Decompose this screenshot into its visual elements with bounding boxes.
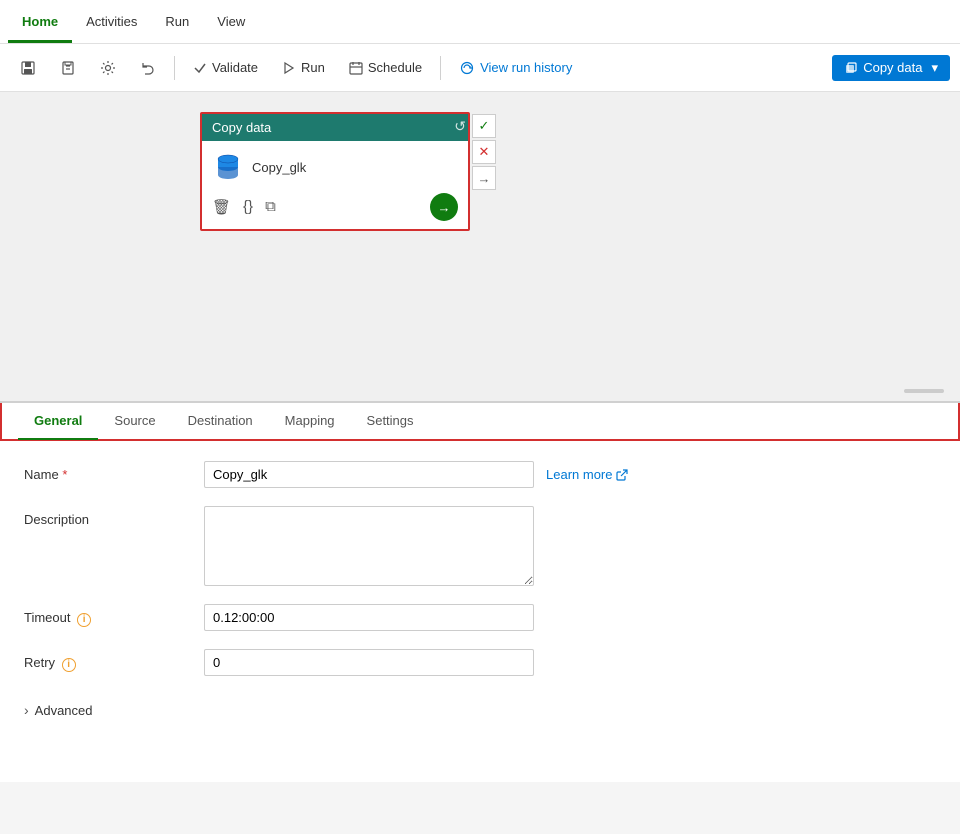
validate-icon bbox=[193, 61, 207, 75]
save-button[interactable] bbox=[10, 55, 46, 81]
gear-icon bbox=[100, 60, 116, 76]
tab-general-label: General bbox=[34, 413, 82, 428]
timeout-info-icon: i bbox=[77, 613, 91, 627]
description-row: Description bbox=[24, 506, 936, 586]
database-icon bbox=[212, 151, 244, 183]
retry-label: Retry i bbox=[24, 649, 204, 672]
activity-run-button[interactable]: → bbox=[430, 193, 458, 221]
tab-mapping[interactable]: Mapping bbox=[269, 403, 351, 440]
toolbar-divider-2 bbox=[440, 56, 441, 80]
validate-label: Validate bbox=[212, 60, 258, 75]
view-run-history-label: View run history bbox=[480, 60, 572, 75]
description-control-area bbox=[204, 506, 936, 586]
tab-settings-label: Settings bbox=[367, 413, 414, 428]
run-icon bbox=[282, 61, 296, 75]
copy-data-label: Copy data bbox=[863, 60, 922, 75]
activity-run-arrow-icon: → bbox=[438, 200, 451, 215]
tab-source-label: Source bbox=[114, 413, 155, 428]
name-label: Name * bbox=[24, 461, 204, 482]
run-label: Run bbox=[301, 60, 325, 75]
validate-button[interactable]: Validate bbox=[183, 55, 268, 80]
form-area: Name * Learn more Description bbox=[0, 441, 960, 746]
resize-handle[interactable] bbox=[904, 389, 944, 393]
activity-card: Copy data ↺ Copy_glk 🗑 {} ⧉ → bbox=[200, 112, 470, 231]
activity-card-header: Copy data ↺ bbox=[202, 114, 468, 141]
bottom-panel: General Source Destination Mapping Setti… bbox=[0, 402, 960, 782]
timeout-row: Timeout i bbox=[24, 604, 936, 631]
undo-icon bbox=[140, 60, 156, 76]
menu-item-activities-label: Activities bbox=[86, 14, 137, 29]
delete-icon[interactable]: 🗑 bbox=[212, 198, 231, 216]
schedule-label: Schedule bbox=[368, 60, 422, 75]
calendar-icon bbox=[349, 61, 363, 75]
timeout-control-area bbox=[204, 604, 936, 631]
name-row: Name * Learn more bbox=[24, 461, 936, 488]
run-history-icon bbox=[459, 60, 475, 76]
activity-name: Copy_glk bbox=[252, 160, 306, 175]
advanced-label: Advanced bbox=[35, 703, 93, 718]
retry-control-area bbox=[204, 649, 936, 676]
timeout-label: Timeout i bbox=[24, 604, 204, 627]
run-button[interactable]: Run bbox=[272, 55, 335, 80]
name-input[interactable] bbox=[204, 461, 534, 488]
publish-icon bbox=[60, 60, 76, 76]
undo-button[interactable] bbox=[130, 55, 166, 81]
activity-card-title: Copy data bbox=[212, 120, 271, 135]
refresh-icon[interactable]: ↺ bbox=[454, 118, 466, 135]
toolbar: Validate Run Schedule View run history C… bbox=[0, 44, 960, 92]
retry-row: Retry i bbox=[24, 649, 936, 676]
tab-general[interactable]: General bbox=[18, 403, 98, 440]
advanced-section[interactable]: › Advanced bbox=[24, 694, 936, 726]
menu-item-home-label: Home bbox=[22, 14, 58, 29]
view-run-history-button[interactable]: View run history bbox=[449, 55, 582, 81]
tab-source[interactable]: Source bbox=[98, 403, 171, 440]
save-icon bbox=[20, 60, 36, 76]
learn-more-link[interactable]: Learn more bbox=[546, 461, 628, 482]
tabs-bar: General Source Destination Mapping Setti… bbox=[0, 403, 960, 441]
tab-settings[interactable]: Settings bbox=[351, 403, 430, 440]
card-side-actions: ✓ ✕ → bbox=[472, 114, 496, 190]
menu-item-run[interactable]: Run bbox=[151, 0, 203, 43]
copy-data-button[interactable]: Copy data ▾ bbox=[832, 55, 950, 81]
timeout-input[interactable] bbox=[204, 604, 534, 631]
tab-destination-label: Destination bbox=[188, 413, 253, 428]
advanced-chevron-icon: › bbox=[24, 702, 29, 718]
menu-item-activities[interactable]: Activities bbox=[72, 0, 151, 43]
name-required: * bbox=[62, 467, 67, 482]
card-check-button[interactable]: ✓ bbox=[472, 114, 496, 138]
code-icon[interactable]: {} bbox=[243, 198, 253, 216]
learn-more-label: Learn more bbox=[546, 467, 612, 482]
tab-destination[interactable]: Destination bbox=[172, 403, 269, 440]
description-label: Description bbox=[24, 506, 204, 527]
canvas-area: Copy data ↺ Copy_glk 🗑 {} ⧉ → bbox=[0, 92, 960, 402]
copy-data-icon bbox=[844, 61, 858, 75]
settings-button[interactable] bbox=[90, 55, 126, 81]
retry-info-icon: i bbox=[62, 658, 76, 672]
menu-item-view-label: View bbox=[217, 14, 245, 29]
retry-input[interactable] bbox=[204, 649, 534, 676]
copy-data-dropdown-icon: ▾ bbox=[931, 60, 938, 76]
publish-button[interactable] bbox=[50, 55, 86, 81]
schedule-button[interactable]: Schedule bbox=[339, 55, 432, 80]
menu-item-home[interactable]: Home bbox=[8, 0, 72, 43]
external-link-icon bbox=[616, 469, 628, 481]
menu-bar: Home Activities Run View bbox=[0, 0, 960, 44]
menu-item-run-label: Run bbox=[165, 14, 189, 29]
card-arrow-button[interactable]: → bbox=[472, 166, 496, 190]
activity-card-footer: 🗑 {} ⧉ → bbox=[202, 189, 468, 229]
toolbar-divider-1 bbox=[174, 56, 175, 80]
footer-icons: 🗑 {} ⧉ bbox=[212, 198, 276, 216]
activity-card-body: Copy_glk bbox=[202, 141, 468, 189]
name-control-area: Learn more bbox=[204, 461, 936, 488]
card-close-button[interactable]: ✕ bbox=[472, 140, 496, 164]
menu-item-view[interactable]: View bbox=[203, 0, 259, 43]
tab-mapping-label: Mapping bbox=[285, 413, 335, 428]
description-input[interactable] bbox=[204, 506, 534, 586]
resize-handle-area bbox=[904, 389, 944, 393]
copy-icon[interactable]: ⧉ bbox=[265, 198, 276, 216]
